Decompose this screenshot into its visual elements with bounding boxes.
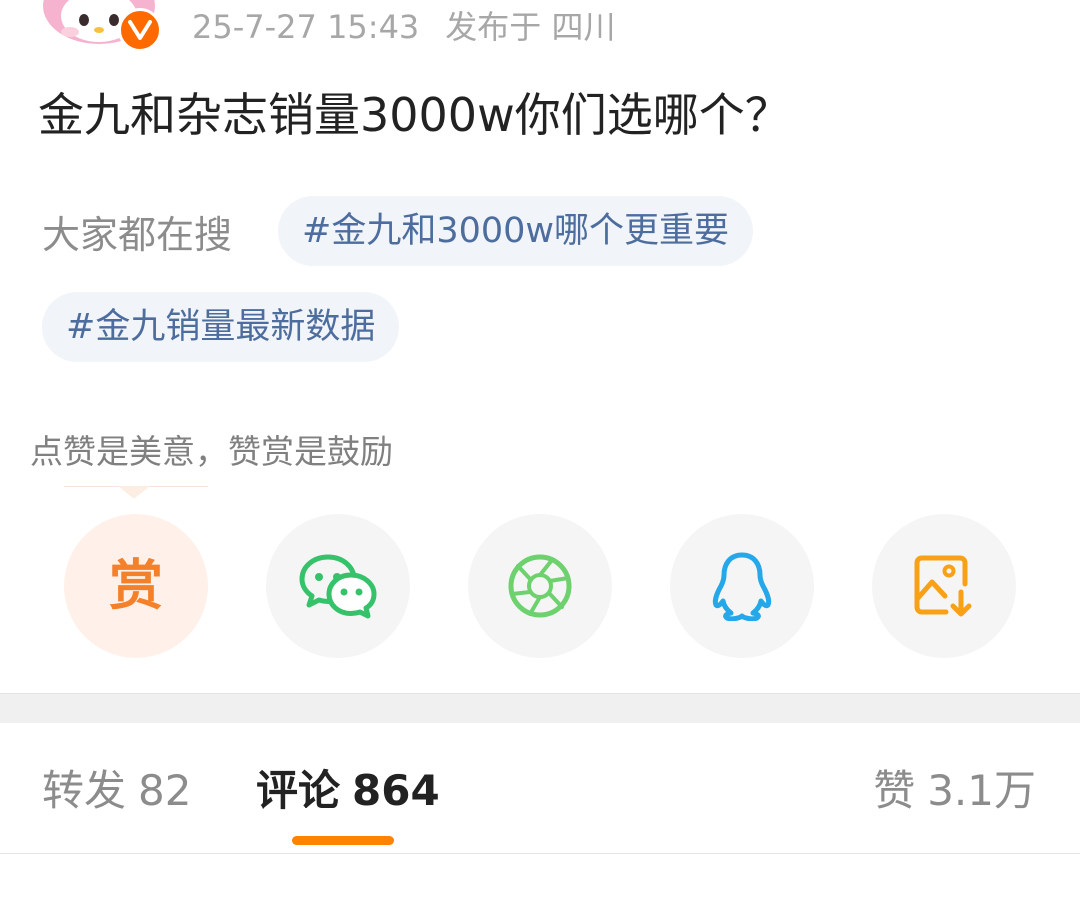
post-location: 发布于 四川 — [445, 8, 616, 46]
verified-badge-icon — [118, 8, 162, 52]
reward-hint: 点赞是美意，赞赏是鼓励 — [30, 432, 393, 471]
tab-comments[interactable]: 评论 864 — [256, 762, 440, 820]
hint-caret-icon — [118, 486, 150, 499]
trending-tag[interactable]: #金九销量最新数据 — [42, 292, 400, 362]
active-tab-indicator — [292, 836, 394, 845]
post-detail-page: 25-7-27 15:43 发布于 四川 金九和杂志销量3000w你们选哪个？ 大… — [0, 0, 1080, 900]
post-header: 25-7-27 15:43 发布于 四川 — [0, 0, 1080, 56]
tab-likes-label: 赞 — [873, 766, 916, 815]
post-timestamp: 25-7-27 15:43 — [192, 8, 420, 46]
save-image-icon — [914, 555, 972, 617]
save-image-button[interactable] — [872, 514, 1016, 658]
tab-reposts[interactable]: 转发 82 — [42, 762, 191, 820]
share-moments-button[interactable] — [468, 514, 612, 658]
tab-reposts-count: 82 — [138, 766, 192, 815]
post-title: 金九和杂志销量3000w你们选哪个？ — [38, 88, 791, 142]
trending-tag[interactable]: #金九和3000w哪个更重要 — [278, 196, 754, 266]
tab-reposts-label: 转发 — [42, 766, 127, 815]
section-divider — [0, 693, 1080, 723]
reward-button[interactable]: 赏 — [64, 514, 208, 658]
qq-icon — [712, 552, 772, 621]
reward-icon: 赏 — [109, 554, 163, 617]
wechat-icon — [299, 554, 377, 619]
tab-comments-label: 评论 — [256, 766, 341, 815]
moments-icon — [508, 554, 572, 618]
post-meta: 25-7-27 15:43 发布于 四川 — [192, 5, 615, 49]
tab-bar-divider — [0, 853, 1080, 854]
tab-comments-count: 864 — [352, 766, 440, 815]
tab-likes[interactable]: 赞 3.1万 — [873, 762, 1036, 820]
share-wechat-button[interactable] — [266, 514, 410, 658]
tab-likes-count: 3.1万 — [927, 766, 1036, 815]
trending-search-label: 大家都在搜 — [42, 213, 233, 257]
share-qq-button[interactable] — [670, 514, 814, 658]
